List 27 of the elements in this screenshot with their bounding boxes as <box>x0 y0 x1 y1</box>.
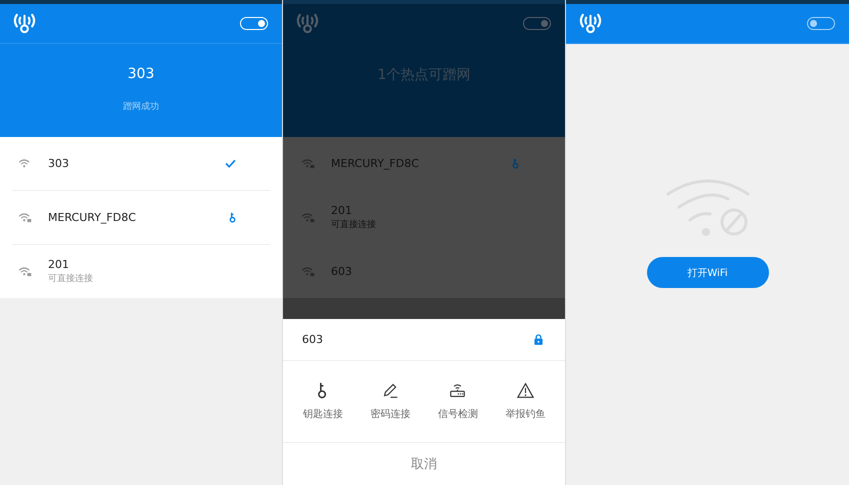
network-row[interactable]: 201 可直接连接 <box>12 245 270 298</box>
router-icon <box>449 382 466 399</box>
app-logo-icon <box>12 12 37 35</box>
warning-icon <box>516 382 534 399</box>
network-name: 603 <box>331 265 353 278</box>
action-button[interactable]: 钥匙连接 <box>302 382 343 421</box>
action-button[interactable]: 信号检测 <box>438 382 478 421</box>
network-row[interactable]: MERCURY_FD8C <box>12 191 270 245</box>
pencil-icon <box>382 382 399 399</box>
network-name: 201 <box>331 204 353 217</box>
hero-subtitle: 蹭网成功 <box>123 100 159 113</box>
network-row[interactable]: 303 <box>12 137 270 191</box>
hero-title: 303 <box>128 66 154 82</box>
action-button[interactable]: 密码连接 <box>370 382 410 421</box>
network-name: 603 <box>302 333 323 346</box>
hero-title: 1个热点可蹭网 <box>378 66 470 84</box>
network-name: 303 <box>48 157 70 170</box>
network-detail: 可直接连接 <box>331 218 377 231</box>
network-name: 201 <box>48 258 70 271</box>
open-wifi-button[interactable]: 打开WiFi <box>646 257 768 288</box>
wifi-toggle[interactable] <box>523 17 551 30</box>
network-name: MERCURY_FD8C <box>331 157 420 170</box>
network-detail: 可直接连接 <box>48 272 94 285</box>
app-logo-icon <box>578 12 603 35</box>
network-name: MERCURY_FD8C <box>48 211 137 224</box>
app-logo-icon <box>295 12 320 35</box>
action-button[interactable]: 举报钓鱼 <box>505 382 546 421</box>
